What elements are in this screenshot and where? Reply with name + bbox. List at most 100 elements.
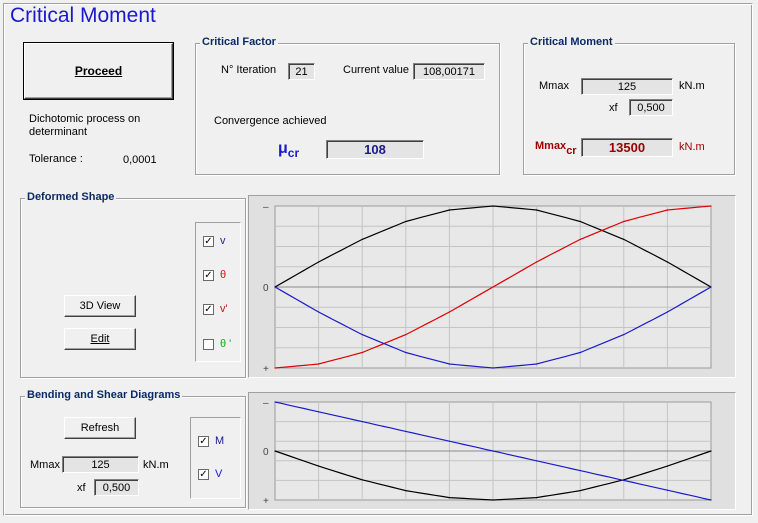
current-value-label: Current value: [343, 64, 410, 76]
bending-series-0-point: [361, 479, 363, 481]
check-m-box[interactable]: ✓: [198, 435, 209, 447]
bending-series-0-point: [405, 490, 407, 492]
bending-xf-label: xf: [77, 482, 86, 494]
method-text: Dichotomic process on determinant: [29, 113, 141, 138]
deformed-shape-checks: ✓ v ✓ θ ✓ v' θ ': [195, 222, 241, 362]
deformed-series-1-point: [361, 351, 363, 354]
bending-shear-title: Bending and Shear Diagrams: [25, 389, 183, 401]
deformed-series-1-point: [536, 261, 538, 263]
bending-mmax-unit: kN.m: [143, 459, 169, 471]
check-theta-prime-row[interactable]: θ ': [203, 338, 231, 350]
check-v-shear-row[interactable]: ✓ V: [198, 468, 222, 480]
deformed-series-0-point: [405, 220, 407, 223]
mu-cr-field: 108: [326, 140, 424, 159]
deformed-series-0-point: [579, 220, 581, 223]
bending-shear-chart-svg: – 0 +: [263, 398, 712, 507]
check-m-row[interactable]: ✓ M: [198, 435, 224, 447]
deformed-series-2-point: [710, 286, 712, 288]
check-v-prime-box[interactable]: ✓: [203, 303, 214, 315]
bending-shear-checks: ✓ M ✓ V: [190, 417, 241, 499]
deformed-tick-top: –: [263, 202, 269, 213]
check-theta-prime-box[interactable]: [203, 338, 214, 350]
mmax-cr-subscript: cr: [566, 145, 577, 157]
deformed-tick-bottom: +: [263, 364, 269, 375]
bending-xf-field: 0,500: [94, 479, 139, 496]
deformed-series-0-point: [448, 209, 450, 211]
deformed-series-0-point: [361, 238, 363, 240]
refresh-button[interactable]: Refresh: [64, 417, 136, 439]
bending-series-0-point: [666, 465, 668, 467]
bending-tick-top: –: [263, 398, 269, 409]
bending-shear-group: Bending and Shear Diagrams Refresh Mmax …: [20, 389, 246, 508]
deformed-series-0-point: [318, 261, 320, 263]
check-theta-row[interactable]: ✓ θ: [203, 269, 226, 281]
deformed-series-2-point: [536, 363, 538, 365]
bending-series-1-point: [318, 411, 320, 413]
deformed-series-1-point: [492, 286, 494, 288]
bending-shear-chart: – 0 +: [248, 392, 736, 510]
mmax-cr-field: 13500: [581, 138, 673, 157]
xf-field: 0,500: [629, 99, 673, 116]
xf-value: 0,500: [637, 101, 665, 114]
deformed-series-2-point: [666, 311, 668, 313]
deformed-series-2-point: [318, 311, 320, 313]
check-m-label: M: [215, 435, 225, 447]
bending-mmax-field: 125: [62, 456, 139, 473]
check-v-shear-label: V: [215, 468, 223, 480]
deformed-series-0-point: [492, 205, 494, 207]
deformed-series-2-point: [405, 351, 407, 354]
bending-series-1-point: [666, 489, 668, 491]
bending-series-1-point: [448, 440, 450, 442]
bending-series-0-point: [318, 465, 320, 467]
bending-mmax-value: 125: [91, 458, 110, 471]
mmax-cr-value: 13500: [608, 140, 646, 155]
deformed-series-0-point: [536, 209, 538, 211]
check-v-box[interactable]: ✓: [203, 235, 214, 247]
check-v-row[interactable]: ✓ v: [203, 235, 226, 247]
mmax-cr-unit: kN.m: [679, 141, 705, 153]
mmax-cr-label: Mmaxcr: [535, 140, 577, 157]
mmax-cr-text: Mmax: [535, 140, 567, 152]
bending-series-1-point: [536, 460, 538, 462]
current-value: 108,00171: [423, 65, 475, 78]
3d-view-button[interactable]: 3D View: [64, 295, 136, 317]
bending-series-1-point: [361, 421, 363, 423]
deformed-series-1-point: [623, 220, 625, 223]
iteration-value: 21: [295, 65, 308, 78]
xf-label: xf: [609, 102, 618, 114]
bending-series-1-point: [710, 499, 712, 501]
refresh-label: Refresh: [80, 422, 120, 434]
critical-moment-title: Critical Moment: [528, 36, 615, 48]
deformed-series-2-point: [623, 334, 625, 336]
edit-button[interactable]: Edit: [64, 328, 136, 350]
edit-label: Edit: [90, 333, 110, 345]
bending-series-1-point: [579, 470, 581, 472]
bending-series-0-point: [274, 450, 276, 452]
proceed-button[interactable]: Proceed: [23, 42, 174, 100]
critical-factor-group: Critical Factor N° Iteration 21 Current …: [195, 36, 500, 175]
deformed-series-1-point: [666, 209, 668, 211]
bending-series-1-point: [492, 450, 494, 452]
mu-cr-label: μcr: [278, 140, 299, 160]
deformed-series-1-point: [579, 238, 581, 240]
check-v-shear-box[interactable]: ✓: [198, 468, 209, 480]
critical-moment-group: Critical Moment Mmax 125 kN.m xf 0,500 M…: [523, 36, 735, 175]
deformed-series-2-point: [274, 286, 276, 288]
check-v-label: v: [220, 235, 226, 247]
bending-series-1-point: [274, 401, 276, 403]
tolerance-label: Tolerance :: [29, 153, 83, 165]
deformed-series-1-point: [318, 363, 320, 365]
bending-mmax-label: Mmax: [30, 459, 60, 471]
deformed-shape-title: Deformed Shape: [25, 191, 117, 203]
check-v-prime-row[interactable]: ✓ v': [203, 303, 228, 315]
bending-xf-value: 0,500: [102, 481, 131, 494]
bending-series-1-point: [623, 479, 625, 481]
critical-factor-title: Critical Factor: [200, 36, 278, 48]
bending-series-0-point: [492, 499, 494, 501]
iteration-field: 21: [288, 63, 315, 80]
deformed-shape-chart: – 0 +: [248, 195, 736, 378]
proceed-button-label: Proceed: [74, 64, 123, 78]
bending-series-0-point: [448, 496, 450, 499]
tolerance-value: 0,0001: [123, 154, 157, 166]
check-theta-box[interactable]: ✓: [203, 269, 214, 281]
